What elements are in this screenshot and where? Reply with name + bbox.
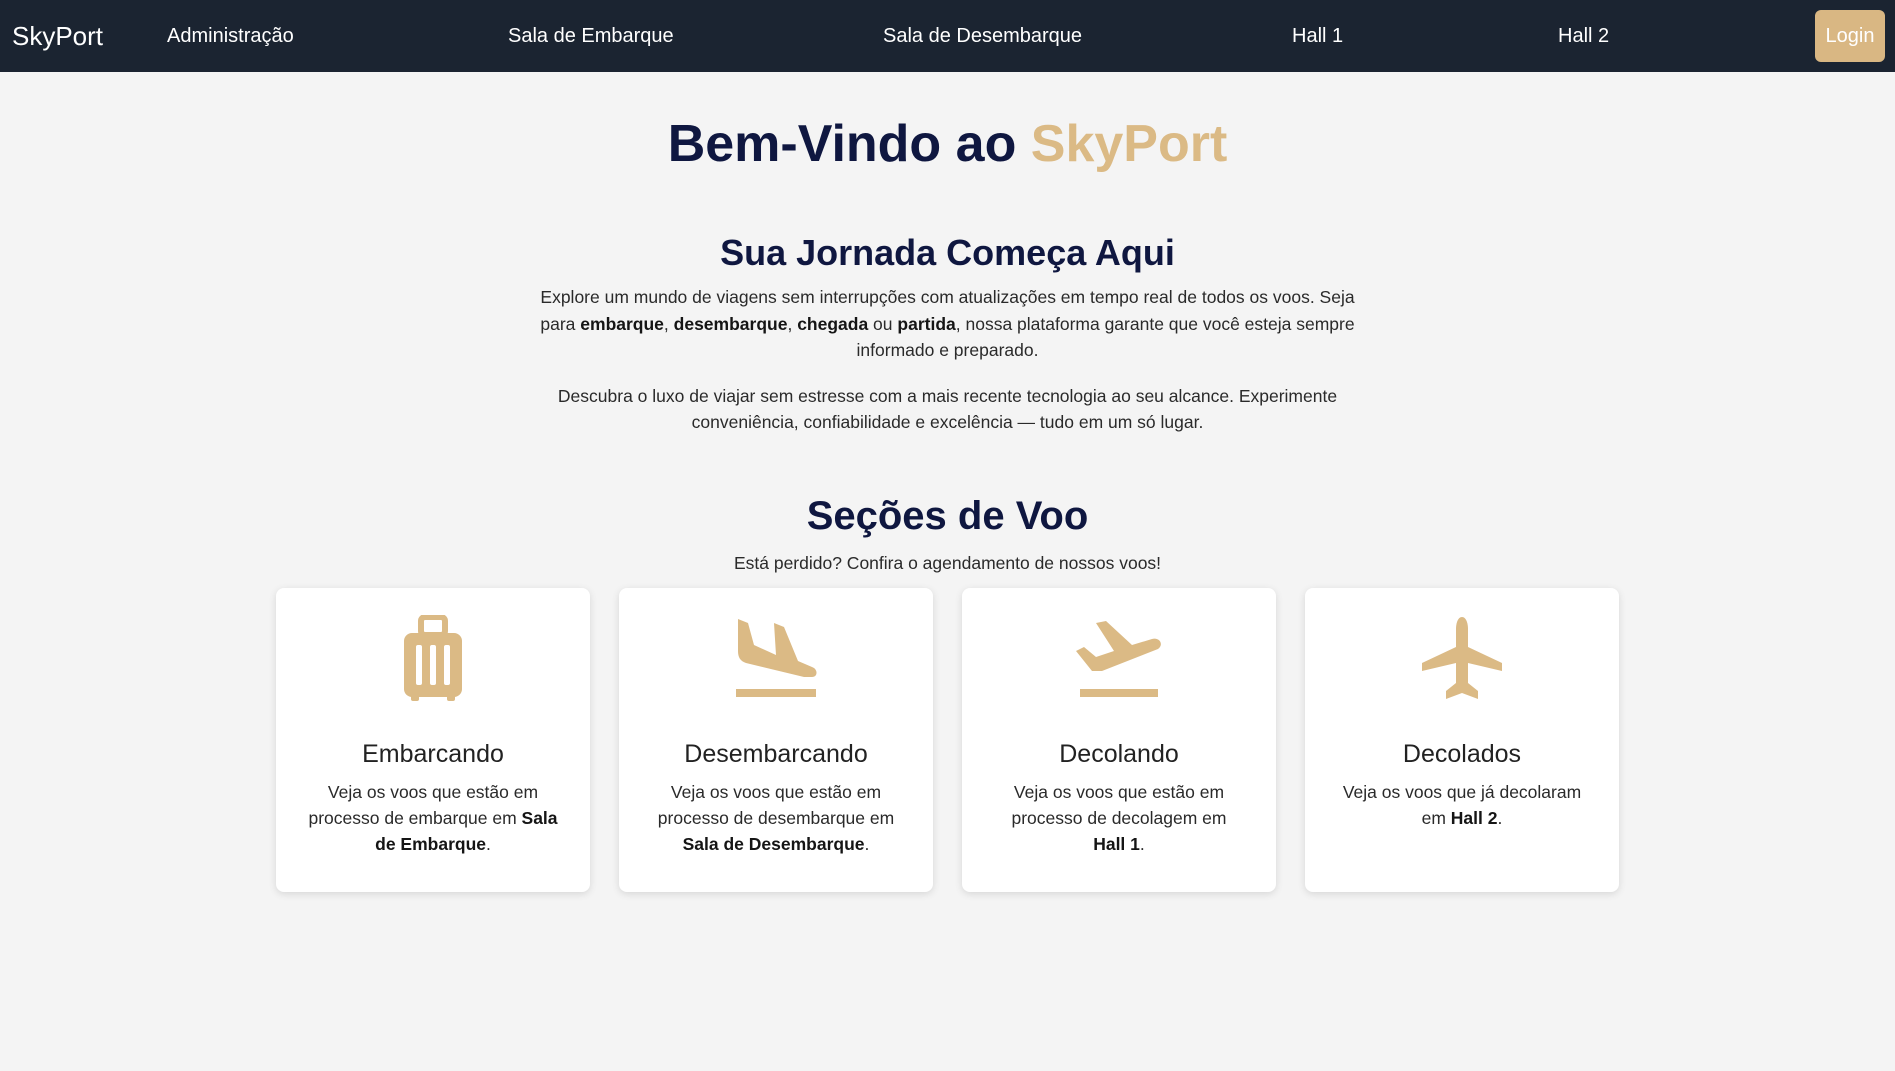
card-description: Veja os voos que já decolaram em Hall 2. xyxy=(1337,779,1587,831)
intro-bold-embarque: embarque xyxy=(580,313,664,334)
intro-bold-desembarque: desembarque xyxy=(673,313,788,334)
brand-logo[interactable]: SkyPort xyxy=(12,0,103,72)
intro-text: ou xyxy=(868,313,898,334)
intro-paragraph-2: Descubra o luxo de viajar sem estresse c… xyxy=(557,385,1338,433)
card-desc-end: . xyxy=(864,833,870,854)
hero-title: Bem-Vindo ao SkyPort xyxy=(0,114,1895,174)
intro-paragraph-1: Explore um mundo de viagens sem interrup… xyxy=(538,284,1358,364)
plane-icon xyxy=(1305,614,1619,702)
card-desc-text: Veja os voos que estão em processo de em… xyxy=(308,781,539,828)
card-desc-bold: Hall 1 xyxy=(1093,833,1140,854)
nav-link-sala-de-embarque[interactable]: Sala de Embarque xyxy=(508,0,674,72)
card-title: Desembarcando xyxy=(684,739,868,768)
intro-bold-chegada: chegada xyxy=(797,313,869,334)
intro-text: , xyxy=(787,313,798,334)
sections-title: Seções de Voo xyxy=(806,493,1089,538)
hero-title-prefix: Bem-Vindo ao xyxy=(667,115,1031,173)
plane-departure-icon xyxy=(962,614,1276,702)
intro-section: Sua Jornada Começa Aqui Explore um mundo… xyxy=(538,232,1358,436)
card-desc-text: Veja os voos que estão em processo de de… xyxy=(657,781,895,828)
card-title: Decolando xyxy=(1059,739,1179,768)
card-desc-end: . xyxy=(1139,833,1145,854)
suitcase-icon xyxy=(276,614,590,702)
intro-bold-partida: partida xyxy=(897,313,956,334)
flight-sections-cards: Embarcando Veja os voos que estão em pro… xyxy=(0,587,1895,898)
hero-title-accent: SkyPort xyxy=(1030,115,1228,173)
card-desc-bold: Hall 2 xyxy=(1450,807,1498,828)
card-decolados[interactable]: Decolados Veja os voos que já decolaram … xyxy=(1305,587,1619,892)
card-desc-bold: Sala de Desembarque xyxy=(682,833,865,854)
card-desembarcando[interactable]: Desembarcando Veja os voos que estão em … xyxy=(619,587,933,892)
nav-link-hall-2[interactable]: Hall 2 xyxy=(1558,0,1609,72)
card-description: Veja os voos que estão em processo de em… xyxy=(308,779,558,857)
card-description: Veja os voos que estão em processo de de… xyxy=(651,779,901,857)
sections-subtitle: Está perdido? Confira o agendamento de n… xyxy=(733,552,1162,573)
navbar: SkyPort Administração Sala de Embarque S… xyxy=(0,0,1895,72)
card-embarcando[interactable]: Embarcando Veja os voos que estão em pro… xyxy=(276,587,590,892)
login-button[interactable]: Login xyxy=(1815,10,1885,62)
card-desc-end: . xyxy=(486,833,491,854)
nav-link-hall-1[interactable]: Hall 1 xyxy=(1292,0,1343,72)
nav-link-sala-de-desembarque[interactable]: Sala de Desembarque xyxy=(883,0,1082,72)
plane-arrival-icon xyxy=(619,614,933,702)
card-desc-end: . xyxy=(1497,807,1503,828)
nav-link-administracao[interactable]: Administração xyxy=(167,0,294,72)
card-description: Veja os voos que estão em processo de de… xyxy=(994,779,1244,857)
card-title: Decolados xyxy=(1402,739,1522,768)
card-title: Embarcando xyxy=(362,739,504,768)
card-desc-text: Veja os voos que estão em processo de de… xyxy=(1011,781,1227,828)
intro-text: , xyxy=(663,313,674,334)
intro-heading: Sua Jornada Começa Aqui xyxy=(720,232,1175,273)
card-decolando[interactable]: Decolando Veja os voos que estão em proc… xyxy=(962,587,1276,892)
